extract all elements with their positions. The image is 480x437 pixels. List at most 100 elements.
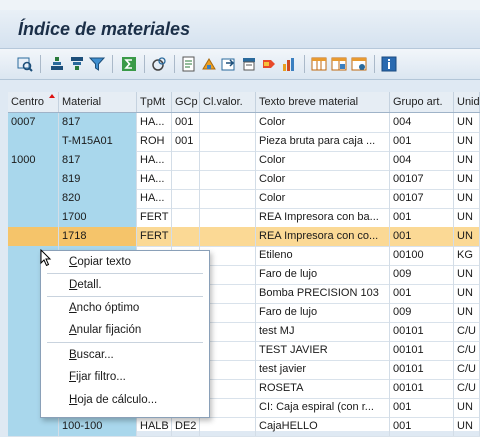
cell-unid[interactable]: KG [454, 246, 480, 265]
cell-texto[interactable]: Etileno [256, 246, 390, 265]
cell-unid[interactable]: C/U [454, 322, 480, 341]
cell-texto[interactable]: Pieza bruta para caja ... [256, 132, 390, 151]
cell-centro[interactable] [8, 227, 59, 246]
cell-material[interactable]: T-M15A01 [59, 132, 137, 151]
cell-unid[interactable]: UN [454, 208, 480, 227]
cell-texto[interactable]: Color [256, 151, 390, 170]
cell-grupo[interactable]: 001 [390, 227, 454, 246]
cell-material[interactable]: 100-100 [59, 417, 137, 436]
menu-item-optimal-width[interactable]: Ancho óptimo [41, 297, 207, 319]
cell-texto[interactable]: REA Impresora con ba... [256, 208, 390, 227]
cell-gcp[interactable]: DE2 [172, 417, 200, 436]
column-header-material[interactable]: Material [59, 92, 137, 112]
cell-clvalor[interactable] [200, 151, 256, 170]
cell-grupo[interactable]: 00101 [390, 360, 454, 379]
subtotals-icon[interactable] [150, 55, 168, 73]
cell-texto[interactable]: CajaHELLO [256, 417, 390, 436]
cell-texto[interactable]: Color [256, 170, 390, 189]
column-header-grupo[interactable]: Grupo art. [390, 92, 454, 112]
cell-gcp[interactable]: 001 [172, 132, 200, 151]
abc-analysis-icon[interactable] [260, 55, 278, 73]
menu-item-details[interactable]: Detall. [41, 274, 207, 296]
cell-material[interactable]: 819 [59, 170, 137, 189]
cell-grupo[interactable]: 004 [390, 113, 454, 132]
cell-unid[interactable]: UN [454, 265, 480, 284]
cell-grupo[interactable]: 004 [390, 151, 454, 170]
cell-grupo[interactable]: 00100 [390, 246, 454, 265]
print-preview-icon[interactable] [180, 55, 198, 73]
cell-gcp[interactable] [172, 170, 200, 189]
cell-texto[interactable]: test javier [256, 360, 390, 379]
cell-clvalor[interactable] [200, 132, 256, 151]
cell-grupo[interactable]: 009 [390, 303, 454, 322]
select-layout-icon[interactable] [330, 55, 348, 73]
cell-unid[interactable]: UN [454, 170, 480, 189]
cell-material[interactable]: 817 [59, 151, 137, 170]
cell-grupo[interactable]: 001 [390, 398, 454, 417]
cell-tpmt[interactable]: FERT [137, 208, 172, 227]
cell-centro[interactable]: 1000 [8, 151, 59, 170]
menu-item-search[interactable]: Buscar... [41, 344, 207, 366]
cell-grupo[interactable]: 009 [390, 265, 454, 284]
cell-centro[interactable] [8, 208, 59, 227]
cell-texto[interactable]: Color [256, 113, 390, 132]
menu-item-set-filter[interactable]: Fijar filtro... [41, 366, 207, 388]
cell-centro[interactable]: 0007 [8, 113, 59, 132]
table-row[interactable]: 1000 817 HA... Color 004 UN [8, 151, 480, 171]
information-icon[interactable] [380, 55, 398, 73]
cell-texto[interactable]: TEST JAVIER [256, 341, 390, 360]
cell-centro[interactable] [8, 132, 59, 151]
cell-unid[interactable]: UN [454, 132, 480, 151]
menu-item-spreadsheet[interactable]: Hoja de cálculo... [41, 389, 207, 411]
table-row[interactable]: 1700 FERT REA Impresora con ba... 001 UN [8, 208, 480, 228]
cell-grupo[interactable]: 00107 [390, 189, 454, 208]
cell-clvalor[interactable] [200, 208, 256, 227]
cell-grupo[interactable]: 001 [390, 132, 454, 151]
table-row[interactable]: 819 HA... Color 00107 UN [8, 170, 480, 190]
details-icon[interactable] [16, 55, 34, 73]
cell-tpmt[interactable]: HA... [137, 113, 172, 132]
column-header-tpmt[interactable]: TpMt [137, 92, 172, 112]
column-header-unid[interactable]: Unid [454, 92, 480, 112]
cell-gcp[interactable] [172, 208, 200, 227]
cell-unid[interactable]: UN [454, 417, 480, 436]
cell-grupo[interactable]: 00107 [390, 170, 454, 189]
cell-centro[interactable] [8, 170, 59, 189]
cell-unid[interactable]: C/U [454, 360, 480, 379]
cell-unid[interactable]: UN [454, 398, 480, 417]
sort-descending-icon[interactable] [68, 55, 86, 73]
cell-texto[interactable]: Color [256, 189, 390, 208]
cell-clvalor[interactable] [200, 170, 256, 189]
cell-texto[interactable]: Bomba PRECISION 103 [256, 284, 390, 303]
cell-material[interactable]: 1700 [59, 208, 137, 227]
cell-grupo[interactable]: 001 [390, 417, 454, 436]
graphic-icon[interactable] [220, 55, 238, 73]
cell-gcp[interactable] [172, 227, 200, 246]
cell-tpmt[interactable]: HA... [137, 151, 172, 170]
table-row[interactable]: 0007 817 HA... 001 Color 004 UN [8, 113, 480, 133]
cell-texto[interactable]: Faro de lujo [256, 265, 390, 284]
cell-centro[interactable] [8, 189, 59, 208]
cell-unid[interactable]: C/U [454, 379, 480, 398]
cell-tpmt[interactable]: HALB [137, 417, 172, 436]
column-header-texto[interactable]: Texto breve material [256, 92, 390, 112]
cell-clvalor[interactable] [200, 113, 256, 132]
sum-icon[interactable] [120, 55, 138, 73]
cell-tpmt[interactable]: FERT [137, 227, 172, 246]
cell-gcp[interactable]: 001 [172, 113, 200, 132]
cell-tpmt[interactable]: HA... [137, 170, 172, 189]
cell-clvalor[interactable] [200, 227, 256, 246]
cell-tpmt[interactable]: HA... [137, 189, 172, 208]
mail-icon[interactable] [240, 55, 258, 73]
table-row[interactable]: 1718 FERT REA Impresora con co... 001 UN [8, 227, 480, 247]
cell-texto[interactable]: ROSETA [256, 379, 390, 398]
menu-item-unfreeze[interactable]: Anular fijación [41, 319, 207, 341]
cell-material[interactable]: 820 [59, 189, 137, 208]
cell-texto[interactable]: Faro de lujo [256, 303, 390, 322]
cell-unid[interactable]: UN [454, 284, 480, 303]
cell-unid[interactable]: UN [454, 303, 480, 322]
cell-unid[interactable]: UN [454, 189, 480, 208]
cell-grupo[interactable]: 00101 [390, 322, 454, 341]
change-layout-icon[interactable] [310, 55, 328, 73]
menu-item-copy-text[interactable]: Copiar texto [41, 251, 207, 273]
